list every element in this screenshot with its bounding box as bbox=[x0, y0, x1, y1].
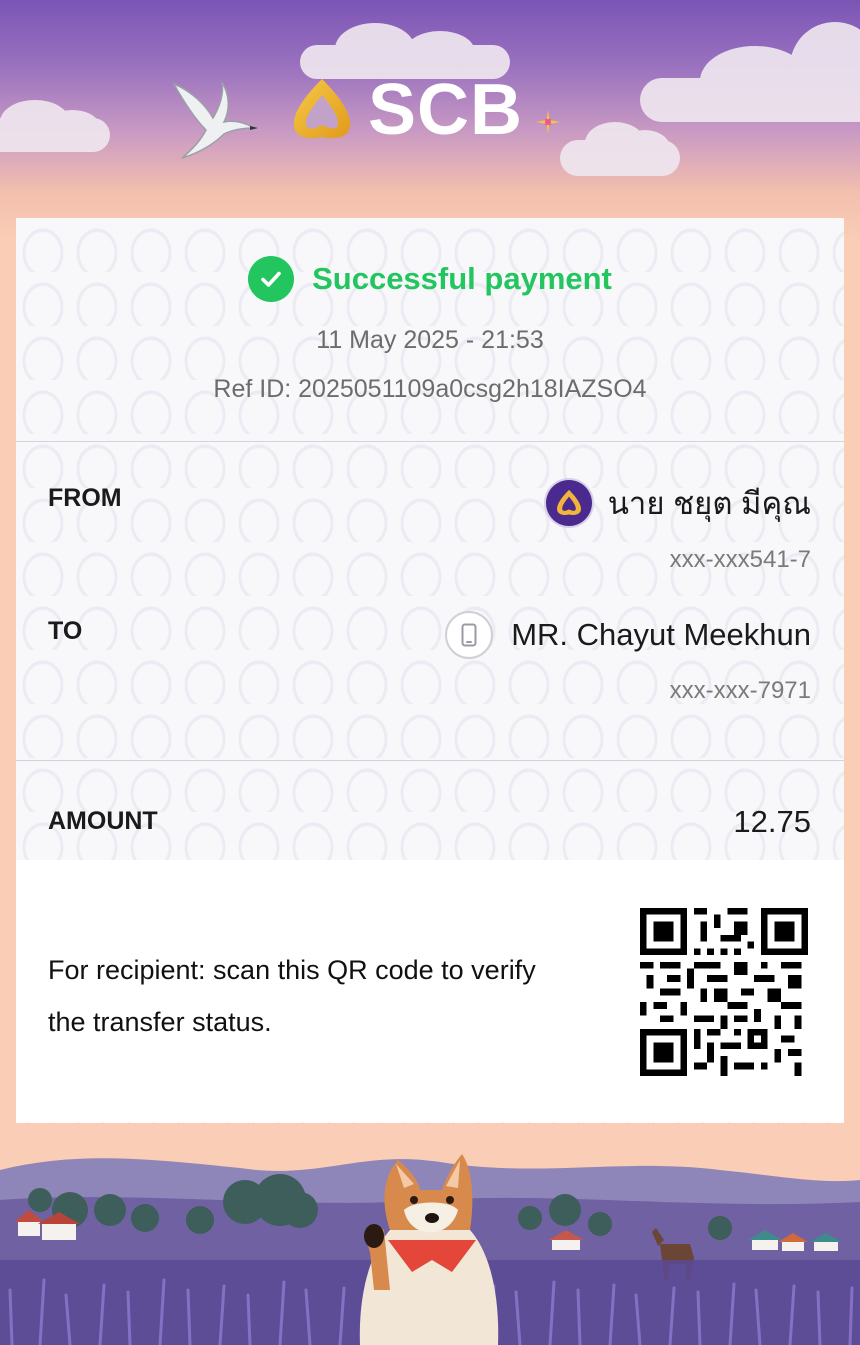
header-background: SCB bbox=[0, 0, 860, 240]
section-divider bbox=[16, 441, 844, 442]
scb-logo: SCB bbox=[290, 70, 560, 150]
from-label: FROM bbox=[48, 484, 122, 512]
sender-account: xxx-xxx541-7 bbox=[669, 546, 811, 573]
mobile-phone-icon bbox=[445, 611, 494, 659]
to-label: TO bbox=[48, 617, 83, 645]
sparkle-icon bbox=[536, 110, 560, 134]
status-row: Successful payment bbox=[16, 256, 844, 302]
cloud-decoration bbox=[640, 22, 860, 122]
cloud-decoration bbox=[560, 122, 680, 176]
scb-bank-icon bbox=[545, 480, 592, 526]
recipient-name: MR. Chayut Meekhun bbox=[511, 617, 811, 652]
recipient-account: xxx-xxx-7971 bbox=[669, 677, 811, 704]
check-circle-icon bbox=[248, 256, 295, 302]
sender-name: นาย ชยุต มีคุณ bbox=[607, 486, 811, 521]
bank-name: SCB bbox=[368, 70, 524, 150]
from-name-row: นาย ชยุต มีคุณ bbox=[545, 478, 811, 528]
receipt-card: Successful payment 11 May 2025 - 21:53 R… bbox=[16, 218, 844, 1123]
cloud-decoration bbox=[0, 100, 110, 152]
transaction-datetime: 11 May 2025 - 21:53 bbox=[316, 326, 544, 354]
qr-instruction: For recipient: scan this QR code to veri… bbox=[48, 955, 536, 1037]
section-divider bbox=[16, 760, 844, 761]
amount-label: AMOUNT bbox=[48, 807, 158, 835]
amount-value: 12.75 bbox=[733, 804, 811, 839]
bird-illustration bbox=[172, 81, 258, 159]
to-name-row: MR. Chayut Meekhun bbox=[445, 611, 811, 659]
scb-lotus-icon bbox=[293, 79, 351, 139]
qr-code-icon bbox=[640, 908, 808, 1076]
lavender-field-illustration bbox=[0, 1140, 860, 1345]
payment-status: Successful payment bbox=[312, 261, 612, 296]
card-pattern-background bbox=[16, 218, 844, 860]
reference-id: Ref ID: 2025051109a0csg2h18IAZSO4 bbox=[213, 375, 647, 403]
